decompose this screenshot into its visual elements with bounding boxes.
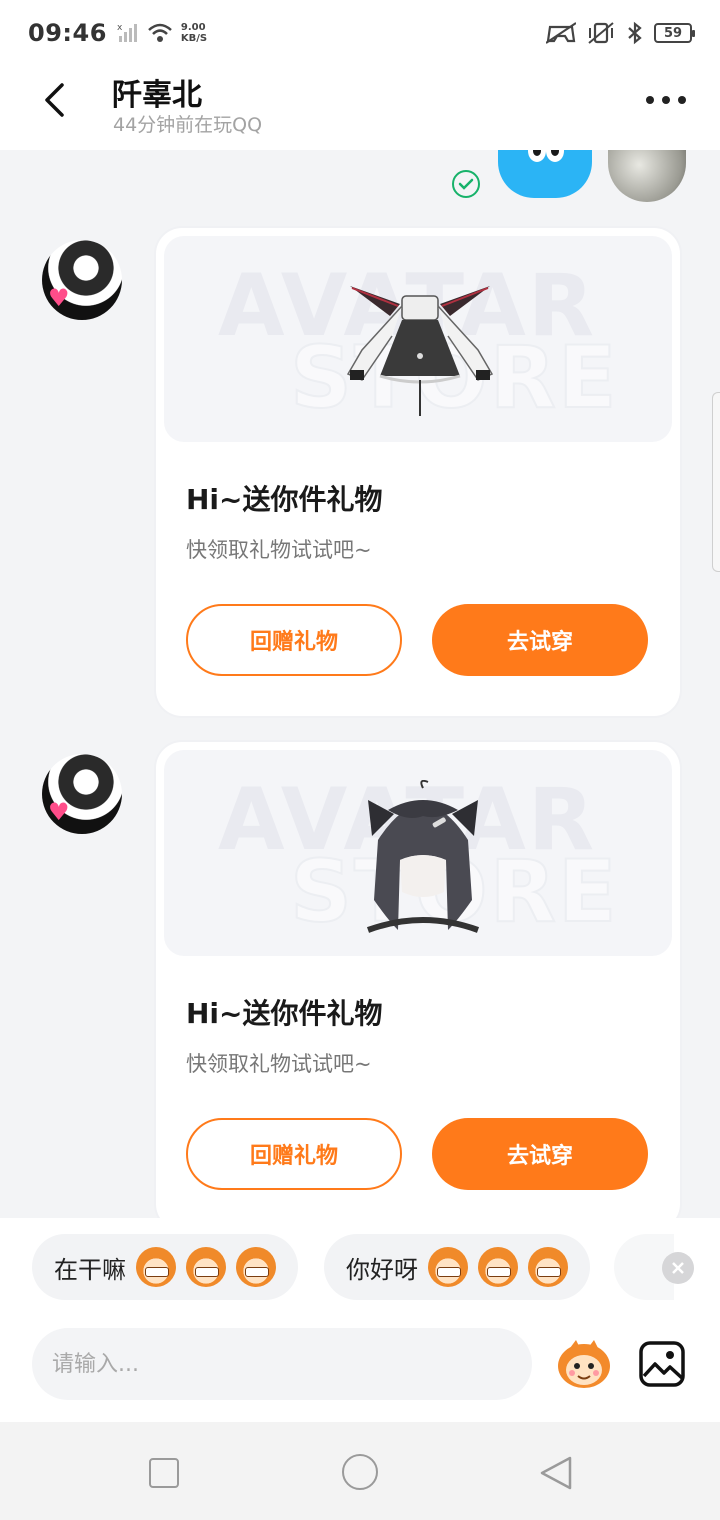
net-speed: 9.00 KB/S [181, 22, 207, 44]
return-gift-button[interactable]: 回赠礼物 [186, 1118, 402, 1190]
bluetooth-icon [628, 21, 642, 45]
sticker-eye [546, 150, 564, 162]
message-input[interactable] [32, 1328, 532, 1400]
image-picker-button[interactable] [638, 1340, 686, 1388]
wifi-icon [148, 23, 172, 42]
chat-header: 阡辜北 44分钟前在玩QQ [0, 66, 720, 150]
scroll-handle[interactable] [712, 392, 720, 572]
more-dot-icon [662, 96, 670, 104]
vibrate-mute-icon [588, 22, 614, 44]
quick-reply-label: 在干嘛 [54, 1255, 126, 1284]
system-nav-bar [0, 1422, 720, 1520]
my-avatar[interactable] [608, 150, 686, 202]
grinning-face-icon [236, 1247, 276, 1287]
status-right-icons: 59 [546, 21, 695, 45]
close-quick-replies-button[interactable] [662, 1252, 694, 1284]
net-speed-value: 9.00 [180, 22, 206, 33]
gift-title: Hi~送你件礼物 [186, 997, 383, 1030]
gift-subtitle: 快领取礼物试试吧~ [186, 538, 372, 562]
net-speed-unit: KB/S [180, 33, 208, 44]
grinning-face-icon [186, 1247, 226, 1287]
contact-status: 44分钟前在玩QQ [113, 114, 263, 136]
gift-preview[interactable]: AVATAR STORE [164, 750, 672, 956]
monkey-emoji-icon [558, 1340, 610, 1388]
sender-avatar[interactable]: ♥ [42, 240, 122, 320]
smiling-face-icon [528, 1247, 568, 1287]
status-left-icons: x 9.00 KB/S [117, 22, 207, 44]
previous-message-row [0, 150, 720, 210]
quick-reply-chip[interactable]: 在干嘛 [32, 1234, 298, 1300]
quick-reply-label: 你好呀 [346, 1255, 418, 1284]
smiling-face-icon [478, 1247, 518, 1287]
return-gift-button[interactable]: 回赠礼物 [186, 604, 402, 676]
image-icon [639, 1341, 685, 1387]
game-mode-icon [546, 22, 576, 44]
signal-icon: x [117, 23, 137, 42]
sticker-eye [528, 150, 546, 162]
read-receipt-icon [452, 170, 480, 198]
heart-sticker-icon: ♥ [48, 798, 70, 826]
recent-apps-button[interactable] [149, 1458, 179, 1488]
chevron-left-icon [45, 83, 64, 117]
quick-reply-bar: 在干嘛 你好呀 [0, 1218, 720, 1322]
close-icon [672, 1262, 684, 1274]
contact-name[interactable]: 阡辜北 [112, 70, 202, 114]
sent-sticker[interactable] [498, 150, 592, 198]
gift-subtitle: 快领取礼物试试吧~ [186, 1052, 372, 1076]
gift-card[interactable]: AVATAR STORE Hi~送你件礼物 快领取礼物试试吧~ 回赠礼物 去试穿 [156, 228, 680, 716]
sender-avatar[interactable]: ♥ [42, 754, 122, 834]
input-bar [0, 1322, 720, 1422]
quick-reply-chip[interactable]: 你好呀 [324, 1234, 590, 1300]
gift-preview[interactable]: AVATAR STORE [164, 236, 672, 442]
wig-item-icon [366, 780, 480, 933]
status-bar: 09:46 x 9.00 KB/S 59 [0, 0, 720, 66]
battery-indicator: 59 [654, 23, 695, 43]
dress-item-icon [346, 286, 494, 416]
smiling-face-icon [428, 1247, 468, 1287]
back-button[interactable] [34, 80, 74, 120]
svg-text:x: x [117, 23, 123, 33]
try-on-button[interactable]: 去试穿 [432, 604, 648, 676]
chat-area[interactable]: ♥ AVATAR STORE Hi~送你件礼物 快领取礼物试试吧~ [0, 150, 720, 1218]
more-dot-icon [646, 96, 654, 104]
try-on-button[interactable]: 去试穿 [432, 1118, 648, 1190]
status-time: 09:46 [28, 19, 107, 47]
more-dot-icon [678, 96, 686, 104]
gift-card[interactable]: AVATAR STORE Hi~送你件礼物 快领取礼物试试吧~ 回赠礼物 去试穿 [156, 742, 680, 1218]
emoji-button[interactable] [556, 1338, 612, 1390]
gift-title: Hi~送你件礼物 [186, 483, 383, 516]
heart-sticker-icon: ♥ [48, 284, 70, 312]
system-back-button[interactable] [538, 1454, 574, 1492]
home-button[interactable] [342, 1454, 378, 1490]
more-options-button[interactable] [646, 86, 686, 114]
grinning-face-icon [136, 1247, 176, 1287]
